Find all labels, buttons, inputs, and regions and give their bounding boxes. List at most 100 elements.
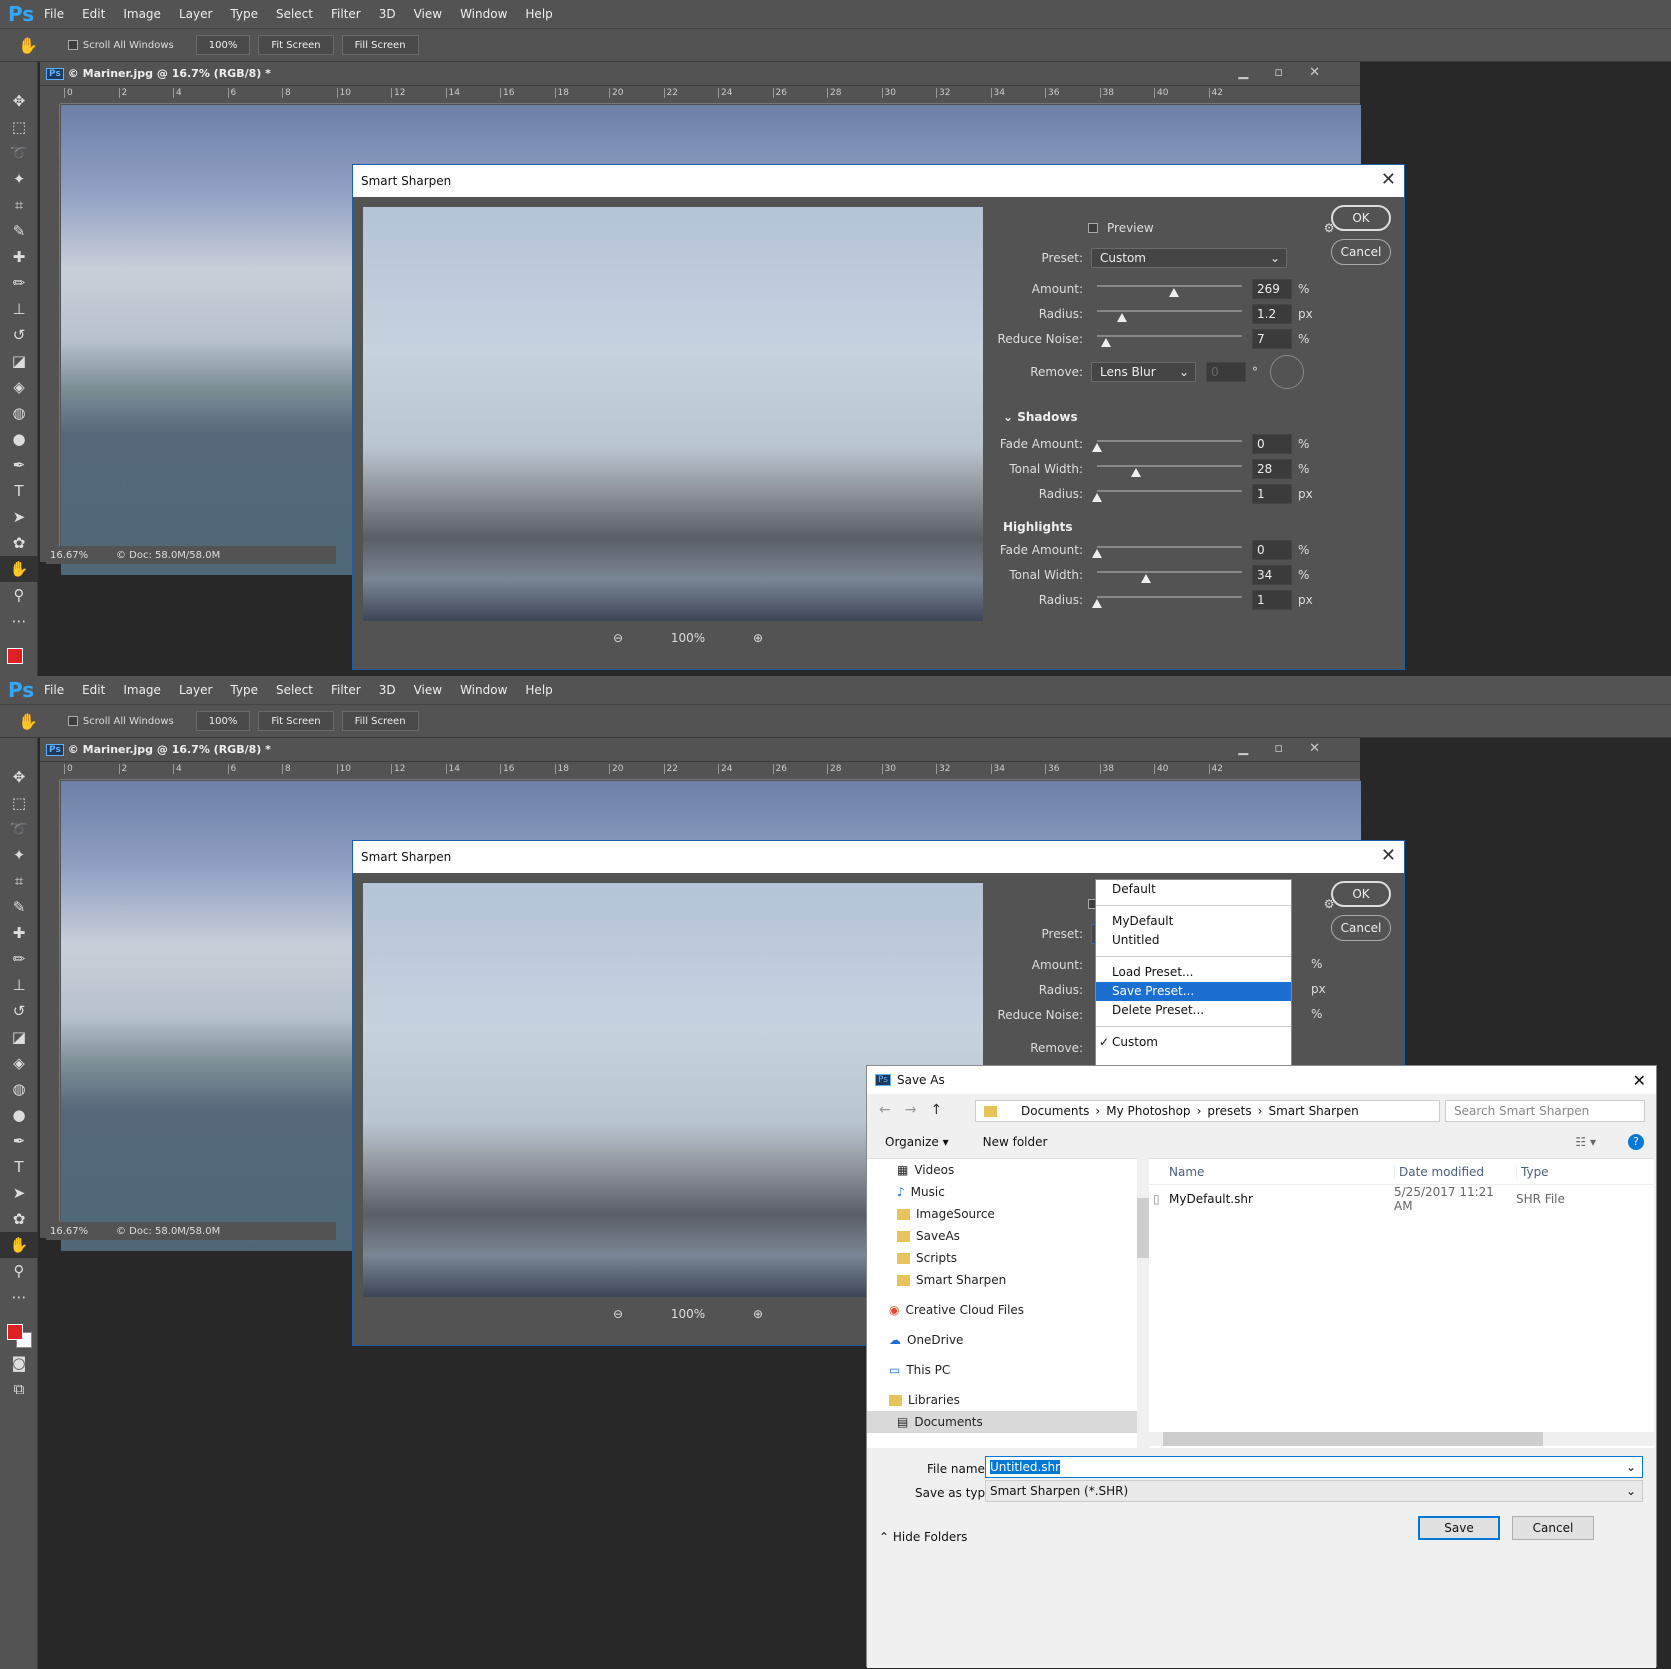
close-icon[interactable]: ✕ <box>1381 845 1396 866</box>
column-name[interactable]: Name <box>1149 1165 1394 1179</box>
horizontal-scrollbar[interactable] <box>1149 1432 1654 1446</box>
nav-item-imagesource[interactable]: ImageSource <box>867 1203 1137 1225</box>
path-select-icon[interactable]: ➤ <box>0 504 38 530</box>
nav-item-onedrive[interactable]: ☁ OneDrive <box>867 1329 1137 1351</box>
menu-select[interactable]: Select <box>276 7 313 21</box>
healing-brush-icon[interactable]: ✚ <box>0 920 38 946</box>
noise-slider[interactable] <box>1097 331 1242 347</box>
amount-slider[interactable] <box>1097 281 1242 297</box>
crop-tool-icon[interactable]: ⌗ <box>0 192 38 218</box>
new-folder-button[interactable]: New folder <box>983 1135 1048 1149</box>
up-arrow-icon[interactable]: ↑ <box>930 1102 942 1118</box>
document-tab[interactable]: Ps © Mariner.jpg @ 16.7% (RGB/8) * ▁ ▫ ✕ <box>40 738 1360 762</box>
close-icon[interactable]: ✕ <box>1381 169 1396 190</box>
menu-edit[interactable]: Edit <box>82 683 105 697</box>
preset-item-mydefault[interactable]: MyDefault <box>1096 912 1291 931</box>
search-input[interactable]: Search Smart Sharpen <box>1445 1100 1645 1122</box>
save-button[interactable]: Save <box>1418 1516 1500 1540</box>
menu-help[interactable]: Help <box>525 7 552 21</box>
highlights-fade-slider[interactable] <box>1092 542 1242 558</box>
preset-item-untitled[interactable]: Untitled <box>1096 931 1291 950</box>
shape-tool-icon[interactable]: ✿ <box>0 1206 38 1232</box>
menu-help[interactable]: Help <box>525 683 552 697</box>
move-tool-icon[interactable]: ✥ <box>0 88 38 114</box>
close-icon[interactable]: ✕ <box>1309 65 1320 80</box>
menu-filter[interactable]: Filter <box>331 683 361 697</box>
pen-tool-icon[interactable]: ✒ <box>0 1128 38 1154</box>
breadcrumb-presets[interactable]: presets <box>1207 1104 1251 1118</box>
lasso-tool-icon[interactable]: ➰ <box>0 816 38 842</box>
healing-brush-icon[interactable]: ✚ <box>0 244 38 270</box>
shadows-tonal-slider[interactable] <box>1097 461 1242 477</box>
shadows-tonal-input[interactable]: 28 <box>1252 459 1292 479</box>
cancel-button[interactable]: Cancel <box>1331 915 1391 941</box>
menu-window[interactable]: Window <box>460 683 507 697</box>
stamp-tool-icon[interactable]: ⊥ <box>0 296 38 322</box>
preset-select[interactable]: Custom ⌄ <box>1091 248 1287 268</box>
nav-item-saveas[interactable]: SaveAs <box>867 1225 1137 1247</box>
foreground-color-swatch[interactable] <box>7 648 23 664</box>
file-name-input[interactable]: Untitled.shr ⌄ <box>985 1456 1643 1478</box>
breadcrumb-smart-sharpen[interactable]: Smart Sharpen <box>1268 1104 1358 1118</box>
scroll-all-checkbox[interactable] <box>67 40 78 50</box>
nav-item-libraries[interactable]: Libraries <box>867 1389 1137 1411</box>
nav-item-creative-cloud[interactable]: ◉ Creative Cloud Files <box>867 1299 1137 1321</box>
highlights-radius-slider[interactable] <box>1092 592 1242 608</box>
shadows-fade-slider[interactable] <box>1092 436 1242 452</box>
menu-filter[interactable]: Filter <box>331 7 361 21</box>
history-brush-icon[interactable]: ↺ <box>0 998 38 1024</box>
preset-item-custom[interactable]: ✓ Custom <box>1096 1033 1291 1052</box>
menu-image[interactable]: Image <box>123 683 161 697</box>
zoom-tool-icon[interactable]: ⚲ <box>0 582 38 608</box>
hand-tool-icon[interactable]: ✋ <box>0 1232 38 1258</box>
organize-button[interactable]: Organize ▾ <box>885 1135 949 1149</box>
hide-folders-button[interactable]: ⌃ Hide Folders <box>879 1530 967 1544</box>
eyedropper-icon[interactable]: ✎ <box>0 218 38 244</box>
zoom-out-icon[interactable]: ⊖ <box>613 631 623 645</box>
nav-item-smart-sharpen[interactable]: Smart Sharpen <box>867 1269 1137 1291</box>
menu-view[interactable]: View <box>414 7 442 21</box>
maximize-icon[interactable]: ▫ <box>1274 65 1283 80</box>
marquee-tool-icon[interactable]: ⬚ <box>0 114 38 140</box>
type-tool-icon[interactable]: T <box>0 478 38 504</box>
amount-input[interactable]: 269 <box>1252 279 1292 299</box>
ok-button[interactable]: OK <box>1331 205 1391 231</box>
scroll-all-checkbox[interactable] <box>67 716 78 726</box>
fill-screen-button[interactable]: Fill Screen <box>341 711 419 731</box>
table-row[interactable]: ▯ MyDefault.shr 5/25/2017 11:21 AM SHR F… <box>1149 1185 1654 1213</box>
fill-screen-button[interactable]: Fill Screen <box>341 35 419 55</box>
zoom-100-button[interactable]: 100% <box>195 711 251 731</box>
blur-tool-icon[interactable]: ◍ <box>0 400 38 426</box>
brush-tool-icon[interactable]: ✏ <box>0 946 38 972</box>
zoom-out-icon[interactable]: ⊖ <box>613 1307 623 1321</box>
angle-input[interactable]: 0 <box>1206 362 1246 382</box>
column-date[interactable]: Date modified <box>1394 1164 1516 1179</box>
dodge-tool-icon[interactable]: ● <box>0 426 38 452</box>
close-icon[interactable]: ✕ <box>1309 741 1320 756</box>
path-select-icon[interactable]: ➤ <box>0 1180 38 1206</box>
highlights-header[interactable]: Highlights <box>1003 520 1073 534</box>
shadows-radius-slider[interactable] <box>1092 486 1242 502</box>
menu-select[interactable]: Select <box>276 683 313 697</box>
save-type-select[interactable]: Smart Sharpen (*.SHR) ⌄ <box>985 1480 1643 1502</box>
nav-item-documents[interactable]: ▤ Documents <box>867 1411 1137 1433</box>
angle-dial-icon[interactable] <box>1270 355 1304 389</box>
menu-3d[interactable]: 3D <box>379 7 396 21</box>
nav-item-this-pc[interactable]: ▭ This PC <box>867 1359 1137 1381</box>
fit-screen-button[interactable]: Fit Screen <box>258 711 334 731</box>
back-arrow-icon[interactable]: ← <box>879 1102 891 1118</box>
radius-slider[interactable] <box>1097 306 1242 322</box>
paint-bucket-icon[interactable]: ◈ <box>0 374 38 400</box>
magic-wand-icon[interactable]: ✦ <box>0 842 38 868</box>
menu-image[interactable]: Image <box>123 7 161 21</box>
menu-edit[interactable]: Edit <box>82 7 105 21</box>
zoom-100-button[interactable]: 100% <box>195 35 251 55</box>
shadows-fade-input[interactable]: 0 <box>1252 434 1292 454</box>
minimize-icon[interactable]: ▁ <box>1238 741 1248 756</box>
preview-image[interactable] <box>363 207 983 621</box>
noise-input[interactable]: 7 <box>1252 329 1292 349</box>
pen-tool-icon[interactable]: ✒ <box>0 452 38 478</box>
highlights-tonal-input[interactable]: 34 <box>1252 565 1292 585</box>
shadows-header[interactable]: ⌄ Shadows <box>1003 410 1078 424</box>
color-swatches[interactable] <box>0 634 37 674</box>
